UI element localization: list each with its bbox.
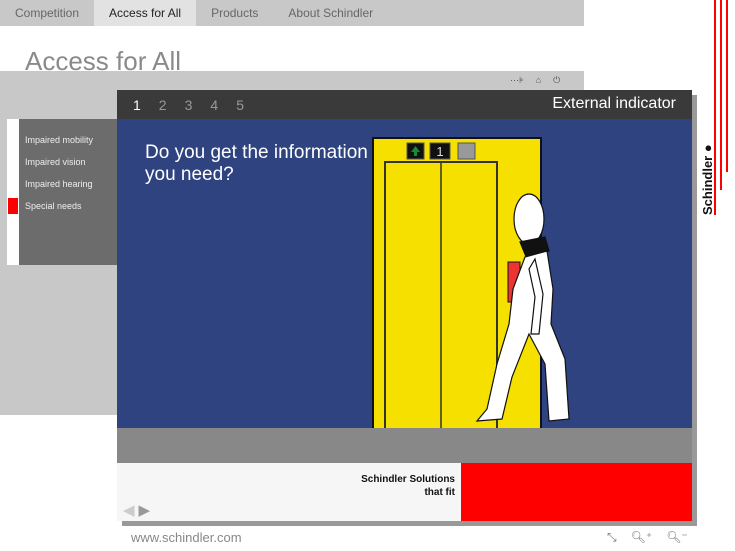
next-arrow-icon[interactable]: ▶ [139,501,151,519]
sidebar-item-impaired-hearing[interactable]: Impaired hearing [19,173,119,195]
footer-url[interactable]: www.schindler.com [131,530,242,545]
fullscreen-icon[interactable]: ⤡ [607,530,617,545]
schindler-logo: Schindler ● [700,144,715,215]
sitemap-icon[interactable]: ⋯⊧ [510,75,524,86]
slogan-line-1: Schindler Solutions [361,474,455,485]
prev-arrow-icon[interactable]: ◀ [123,501,135,519]
floor-strip [117,428,692,463]
zoom-in-icon[interactable]: 🔍︎⁺ [631,530,653,545]
step-2[interactable]: 2 [159,97,167,113]
pager: ◀ ▶ [123,501,150,519]
view-controls: ⤡ 🔍︎⁺ 🔍︎⁻ [607,530,688,545]
footer-panel: Schindler Solutions that fit ◀ ▶ [117,463,461,521]
step-4[interactable]: 4 [210,97,218,113]
toolbar: ⋯⊧ ⌂ ⏻ [510,75,560,86]
panel-header: 1 2 3 4 5 External indicator [117,90,692,119]
svg-text:Schindler ●: Schindler ● [700,144,715,215]
indicator-pattern [457,142,476,160]
sidebar-strip [7,119,19,265]
sidebar: Impaired mobility Impaired vision Impair… [19,119,119,265]
sidebar-item-impaired-mobility[interactable]: Impaired mobility [19,129,119,151]
home-icon[interactable]: ⌂ [536,75,541,86]
selected-marker [8,198,18,214]
sidebar-item-special-needs[interactable]: Special needs [19,195,119,217]
content-panel: 1 2 3 4 5 External indicator Do you get … [117,90,692,521]
step-3[interactable]: 3 [185,97,193,113]
tab-products[interactable]: Products [196,0,273,26]
tab-access-for-all[interactable]: Access for All [94,0,197,26]
step-1[interactable]: 1 [133,97,141,113]
slogan: Schindler Solutions that fit [361,473,455,499]
sidebar-item-impaired-vision[interactable]: Impaired vision [19,151,119,173]
elevator-illustration: 1 [372,137,570,428]
slogan-line-2: that fit [424,487,455,498]
step-5[interactable]: 5 [236,97,244,113]
red-brand-block [461,463,692,521]
floor-number: 1 [436,144,443,159]
zoom-out-icon[interactable]: 🔍︎⁻ [666,530,688,545]
power-icon[interactable]: ⏻ [553,75,560,86]
top-nav: Competition Access for All Products Abou… [0,0,584,26]
panel-title: External indicator [552,95,676,112]
tab-about-schindler[interactable]: About Schindler [273,0,388,26]
tab-competition[interactable]: Competition [0,0,94,26]
